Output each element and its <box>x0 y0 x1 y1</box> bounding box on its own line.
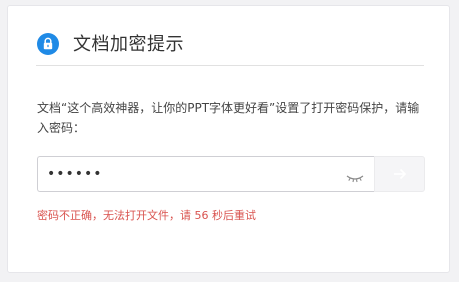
arrow-right-icon <box>393 165 407 184</box>
password-dialog: 文档加密提示 文档“这个高效神器，让你的PPT字体更好看”设置了打开密码保护，请… <box>7 5 450 273</box>
eye-closed-icon[interactable] <box>346 169 364 183</box>
dialog-title: 文档加密提示 <box>73 33 184 55</box>
submit-button[interactable] <box>374 156 425 192</box>
password-row <box>37 156 425 192</box>
dialog-header: 文档加密提示 <box>36 22 424 66</box>
error-message: 密码不正确，无法打开文件，请 56 秒后重试 <box>37 209 256 222</box>
dialog-message: 文档“这个高效神器，让你的PPT字体更好看”设置了打开密码保护，请输入密码： <box>37 101 420 135</box>
password-input[interactable] <box>37 156 374 192</box>
lock-icon <box>37 32 59 55</box>
